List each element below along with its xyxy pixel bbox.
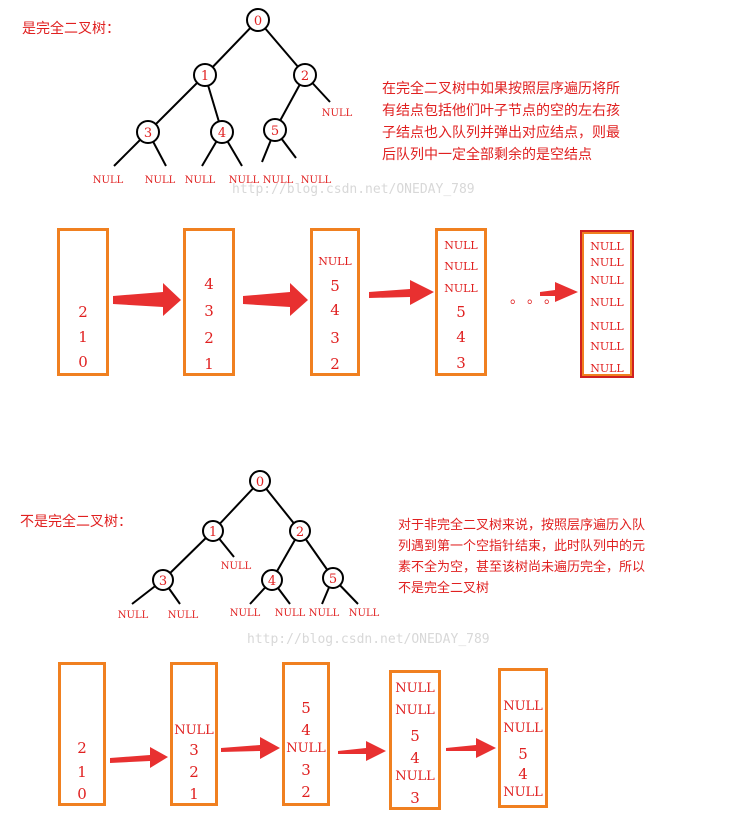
arrows-row2 [110,737,496,768]
arrow-icon [446,738,496,758]
arrow-icon [221,737,280,759]
arrow-icon [338,741,386,761]
arrow-icon [110,747,168,768]
